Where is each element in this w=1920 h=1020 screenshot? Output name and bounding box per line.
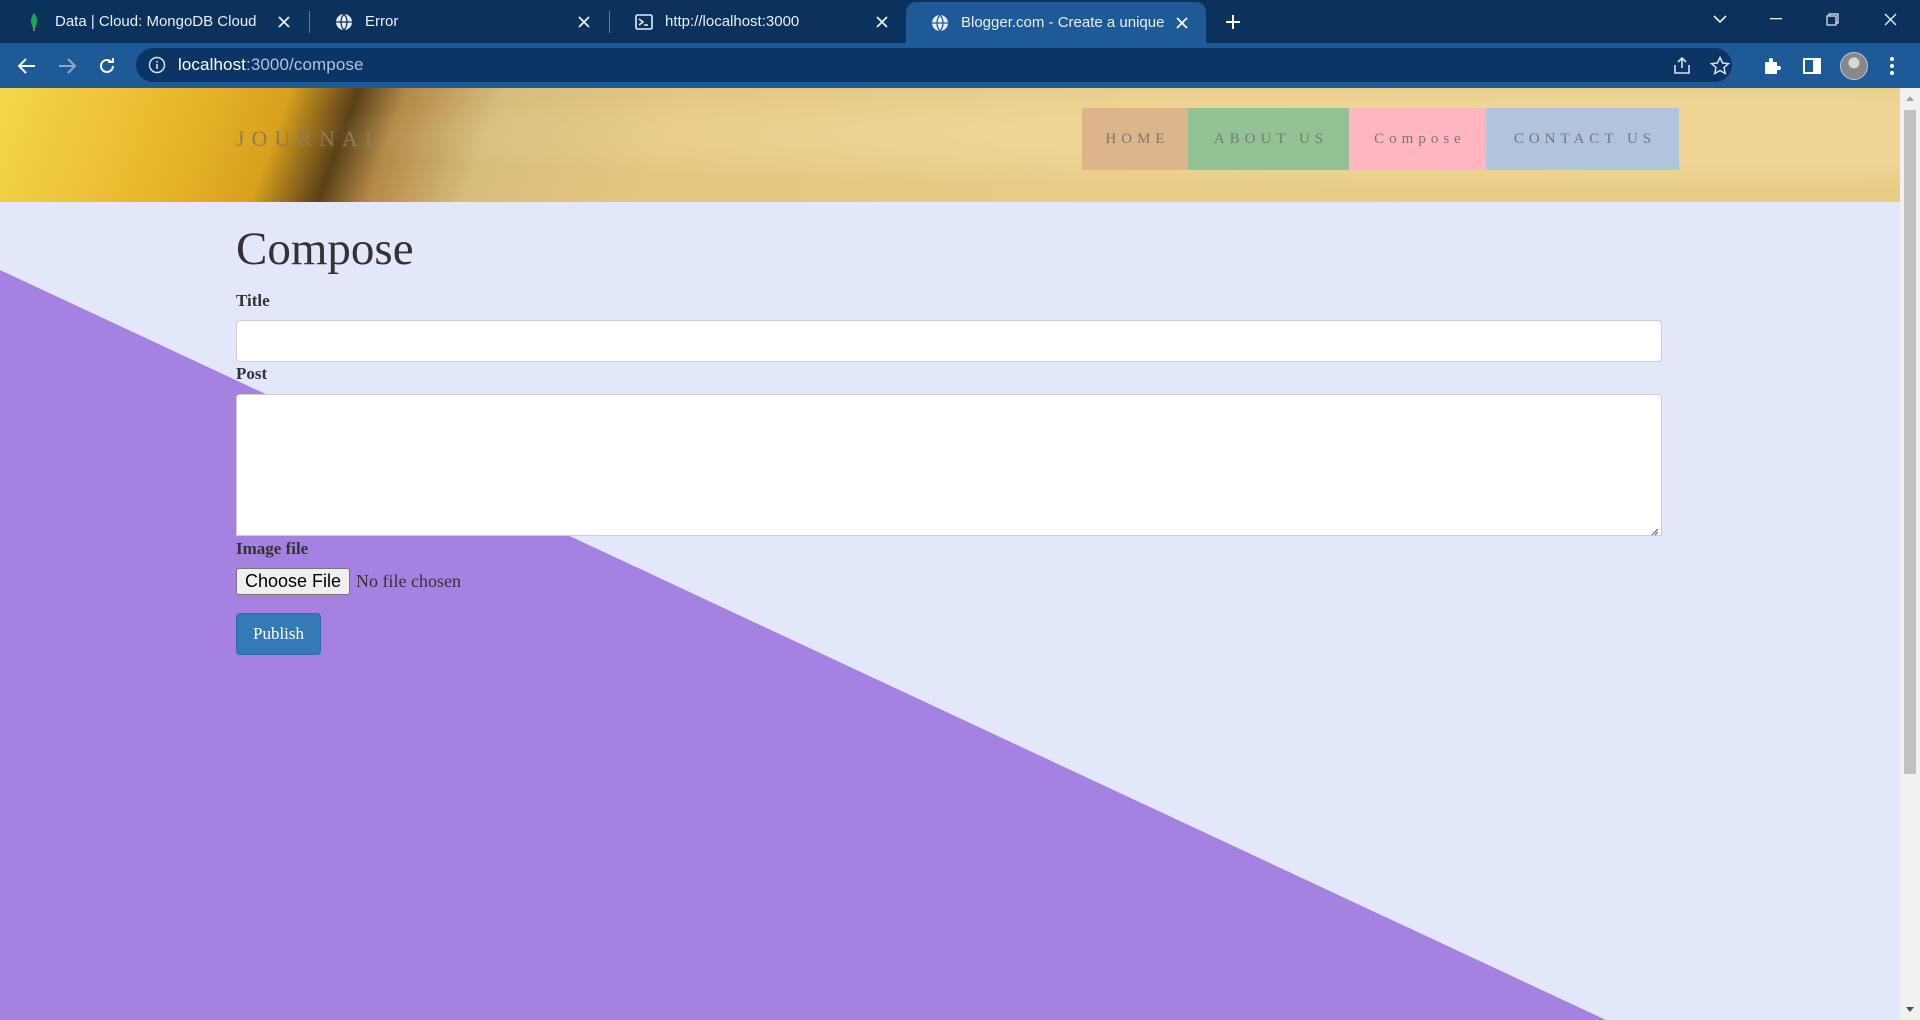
post-textarea[interactable] [236,394,1662,536]
tab-blogger-active[interactable]: Blogger.com - Create a unique and beauti… [906,2,1206,43]
site-brand[interactable]: JOURNAL [236,126,385,152]
mongodb-leaf-icon [24,12,44,32]
close-icon[interactable] [572,10,596,34]
back-arrow-icon[interactable] [12,51,42,81]
file-input: Choose File No file chosen [236,568,461,595]
address-bar[interactable]: localhost:3000/compose [136,48,1732,82]
scroll-thumb[interactable] [1904,110,1916,774]
browser-tab-bar: Data | Cloud: MongoDB Cloud Error http:/… [0,0,1920,43]
no-file-text: No file chosen [356,571,462,591]
tab-search-chevron-icon[interactable] [1692,0,1748,38]
image-file-label: Image file [236,539,309,558]
site-info-icon[interactable] [148,56,166,74]
nav-compose[interactable]: Compose [1349,108,1486,170]
title-input[interactable] [236,320,1662,362]
terminal-icon [634,12,654,32]
tab-localhost[interactable]: http://localhost:3000 [610,0,906,43]
publish-button[interactable]: Publish [236,613,321,655]
page-title: Compose [236,223,414,275]
browser-toolbar: localhost:3000/compose [0,43,1920,88]
side-panel-icon[interactable] [1800,54,1824,78]
new-tab-button[interactable] [1220,9,1246,35]
scroll-down-arrow-icon[interactable] [1905,1006,1915,1014]
close-window-icon[interactable] [1862,0,1918,38]
url-text: localhost:3000/compose [178,55,364,74]
tab-mongodb[interactable]: Data | Cloud: MongoDB Cloud [0,0,308,43]
extensions-puzzle-icon[interactable] [1760,54,1784,78]
reload-icon[interactable] [92,51,122,81]
scroll-up-arrow-icon[interactable] [1905,94,1915,102]
restore-icon[interactable] [1804,0,1860,38]
main-nav: HOME ABOUT US Compose CONTACT US [1082,108,1679,170]
forward-arrow-icon[interactable] [52,51,82,81]
title-label: Title [236,291,270,310]
globe-icon [930,13,950,33]
share-icon[interactable] [1672,56,1692,76]
close-icon[interactable] [272,10,296,34]
menu-kebab-icon[interactable] [1880,54,1904,78]
page-viewport: JOURNAL HOME ABOUT US Compose CONTACT US… [0,88,1900,1020]
page-scrollbar[interactable] [1900,88,1920,1020]
header-banner: JOURNAL HOME ABOUT US Compose CONTACT US [0,88,1900,202]
close-icon[interactable] [1170,11,1194,35]
profile-avatar[interactable] [1840,52,1868,80]
close-icon[interactable] [870,10,894,34]
nav-contact-us[interactable]: CONTACT US [1486,108,1679,170]
bookmark-star-icon[interactable] [1709,55,1731,76]
post-label: Post [236,364,268,383]
minimize-icon[interactable] [1748,0,1804,38]
nav-about-us[interactable]: ABOUT US [1188,108,1349,170]
nav-home[interactable]: HOME [1082,108,1188,170]
tab-error[interactable]: Error [310,0,608,43]
choose-file-button[interactable]: Choose File [236,568,351,595]
globe-icon [334,12,354,32]
resize-handle-icon[interactable] [1649,523,1659,536]
